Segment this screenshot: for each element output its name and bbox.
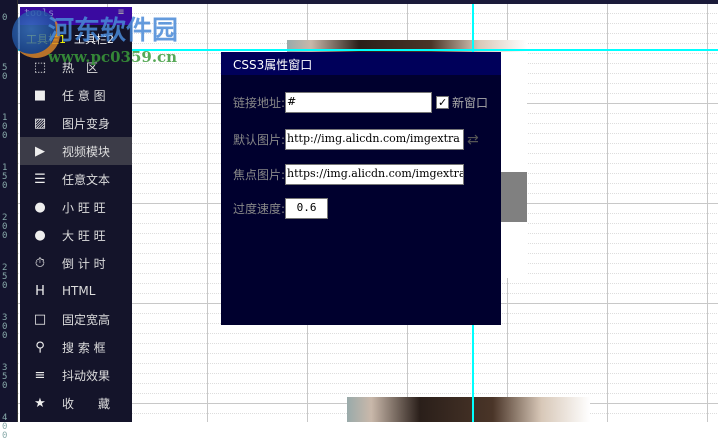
speed-input[interactable]: 0.6: [285, 198, 329, 219]
ruler-label: 400: [2, 413, 8, 441]
ruler-label: 350: [2, 363, 8, 391]
tool-item-label: 小 旺 旺: [62, 200, 106, 215]
stopwatch-icon: ⏱: [34, 255, 46, 271]
wangwang-icon: ●: [34, 199, 46, 215]
tool-item[interactable]: ⏱ 倒 计 时: [20, 249, 132, 277]
tool-item[interactable]: ● 小 旺 旺: [20, 193, 132, 221]
square-icon: □: [33, 311, 47, 327]
watermark-title: 河东软件园: [48, 16, 179, 46]
image-block-icon: ■: [33, 87, 47, 103]
ruler-label: 50: [2, 63, 8, 82]
tool-item[interactable]: ⚲ 搜 索 框: [20, 333, 132, 361]
gray-block[interactable]: [500, 172, 527, 222]
tool-item-label: 视频模块: [62, 144, 111, 159]
wangwang-icon: ●: [34, 227, 46, 243]
html-icon: H: [35, 283, 45, 299]
list-icon: ≡: [34, 367, 46, 383]
tool-item[interactable]: □ 固定宽高: [20, 305, 132, 333]
tool-item-label: 图片变身: [62, 116, 111, 131]
tool-item-label: 任 意 图: [62, 88, 106, 103]
tool-item[interactable]: ☰ 任意文本: [20, 165, 132, 193]
tool-item[interactable]: ■ 任 意 图: [20, 81, 132, 109]
play-icon: ▶: [35, 143, 45, 159]
text-icon: ☰: [34, 171, 46, 187]
ruler-label: 100: [2, 113, 8, 141]
focus-image-input[interactable]: https://img.alicdn.com/imgextra: [285, 164, 465, 185]
ruler-label: 150: [2, 163, 8, 191]
watermark-url: www.pc0359.cn: [48, 48, 178, 66]
tool-item-label: HTML: [62, 284, 96, 298]
star-icon: ★: [34, 395, 46, 411]
top-ruler: [0, 0, 718, 4]
tool-item[interactable]: H HTML: [20, 277, 132, 305]
ruler-label: 250: [2, 263, 8, 291]
tool-item-label: 大 旺 旺: [62, 228, 106, 243]
search-icon: ⚲: [35, 339, 45, 355]
focus-image-label: 焦点图片:: [233, 168, 286, 182]
picture-icon: ▨: [33, 115, 47, 131]
tool-item-label: 倒 计 时: [62, 256, 106, 271]
default-image-input[interactable]: http://img.alicdn.com/imgextra: [285, 129, 465, 150]
tool-item-label: 收 藏: [62, 396, 111, 411]
speed-label: 过度速度:: [233, 202, 286, 216]
image-element[interactable]: [347, 397, 590, 422]
link-label: 链接地址:: [233, 96, 286, 110]
hotspot-icon: ⬚: [33, 59, 47, 75]
tools-panel: tools ≡ 工具栏1 工具栏2 ⬚热 区■任 意 图▨图片变身▶视频模块☰任…: [20, 7, 132, 422]
ruler-label: 0: [2, 13, 8, 23]
tool-item[interactable]: ★ 收 藏: [20, 389, 132, 417]
ruler-label: 200: [2, 213, 8, 241]
css3-property-dialog: CSS3属性窗口 链接地址: # ✓ 新窗口 默认图片: http://img.…: [221, 52, 501, 325]
dialog-title[interactable]: CSS3属性窗口: [221, 52, 501, 75]
tool-item[interactable]: ▨ 图片变身: [20, 109, 132, 137]
tool-item-label: 抖动效果: [62, 368, 111, 383]
new-window-label: 新窗口: [452, 96, 489, 110]
default-image-label: 默认图片:: [233, 133, 286, 147]
tool-item-label: 任意文本: [62, 172, 111, 187]
link-input[interactable]: #: [285, 92, 433, 113]
refresh-icon[interactable]: ⇄: [467, 132, 479, 148]
ruler-label: 300: [2, 313, 8, 341]
tool-item-label: 固定宽高: [62, 312, 111, 327]
tool-item-label: 搜 索 框: [62, 340, 106, 355]
tool-item[interactable]: ≡ 抖动效果: [20, 361, 132, 389]
left-ruler: 0 50 100 150 200 250 300 350 400: [0, 0, 18, 441]
new-window-checkbox[interactable]: ✓: [436, 96, 450, 109]
tool-item[interactable]: ▶ 视频模块: [20, 137, 132, 165]
tool-item[interactable]: ● 大 旺 旺: [20, 221, 132, 249]
